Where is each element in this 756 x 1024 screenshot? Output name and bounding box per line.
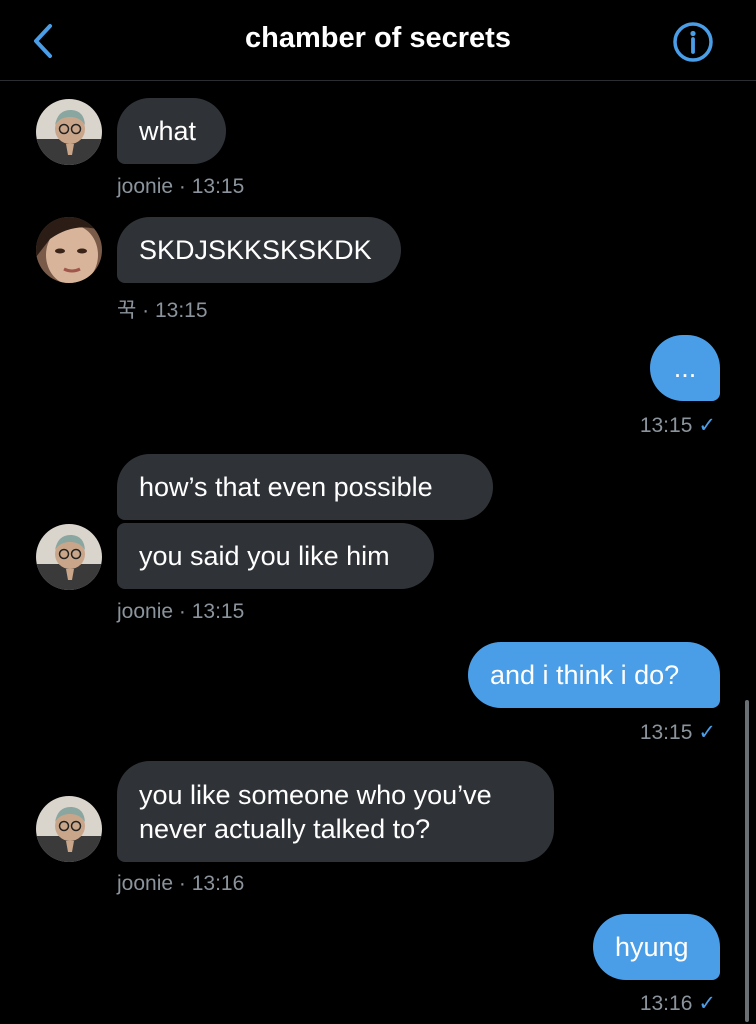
- conversation-title: chamber of secrets: [245, 22, 511, 54]
- message-meta: 13:15 ✓: [640, 720, 716, 745]
- info-circle-icon: [673, 22, 713, 62]
- message-bubble-outgoing[interactable]: hyung: [593, 914, 720, 980]
- message-bubble-incoming[interactable]: what: [117, 98, 226, 164]
- message-meta: 13:15 ✓: [640, 413, 716, 438]
- message-bubble-outgoing[interactable]: ...: [650, 335, 720, 401]
- message-bubble-outgoing[interactable]: and i think i do?: [468, 642, 720, 708]
- message-meta: joonie · 13:15: [117, 175, 245, 198]
- avatar-joonie[interactable]: [36, 796, 102, 862]
- message-line: you like someone who you’ve: [139, 780, 492, 810]
- avatar-kook[interactable]: [36, 217, 102, 283]
- message-meta: joonie · 13:16: [117, 872, 245, 895]
- checkmark-icon: ✓: [698, 414, 716, 437]
- message-bubble-incoming[interactable]: you like someone who you’ve never actual…: [117, 761, 554, 862]
- message-time: 13:15: [639, 721, 693, 744]
- message-bubble-incoming[interactable]: SKDJSKKSKSKDK: [117, 217, 401, 283]
- checkmark-icon: ✓: [698, 992, 716, 1015]
- message-time: 13:15: [639, 414, 693, 437]
- message-meta: 13:16 ✓: [640, 991, 716, 1016]
- checkmark-icon: ✓: [698, 721, 716, 744]
- message-time: 13:16: [639, 992, 693, 1015]
- scrollbar[interactable]: [745, 700, 749, 1022]
- info-button[interactable]: [671, 20, 715, 64]
- avatar-joonie[interactable]: [36, 524, 102, 590]
- message-line: never actually talked to?: [139, 814, 431, 844]
- message-bubble-incoming[interactable]: how’s that even possible: [117, 454, 493, 520]
- message-meta: 꾹 · 13:15: [117, 299, 208, 322]
- avatar-joonie[interactable]: [36, 99, 102, 165]
- message-meta: joonie · 13:15: [117, 600, 245, 623]
- message-bubble-incoming[interactable]: you said you like him: [117, 523, 434, 589]
- conversation-header: chamber of secrets: [0, 0, 756, 81]
